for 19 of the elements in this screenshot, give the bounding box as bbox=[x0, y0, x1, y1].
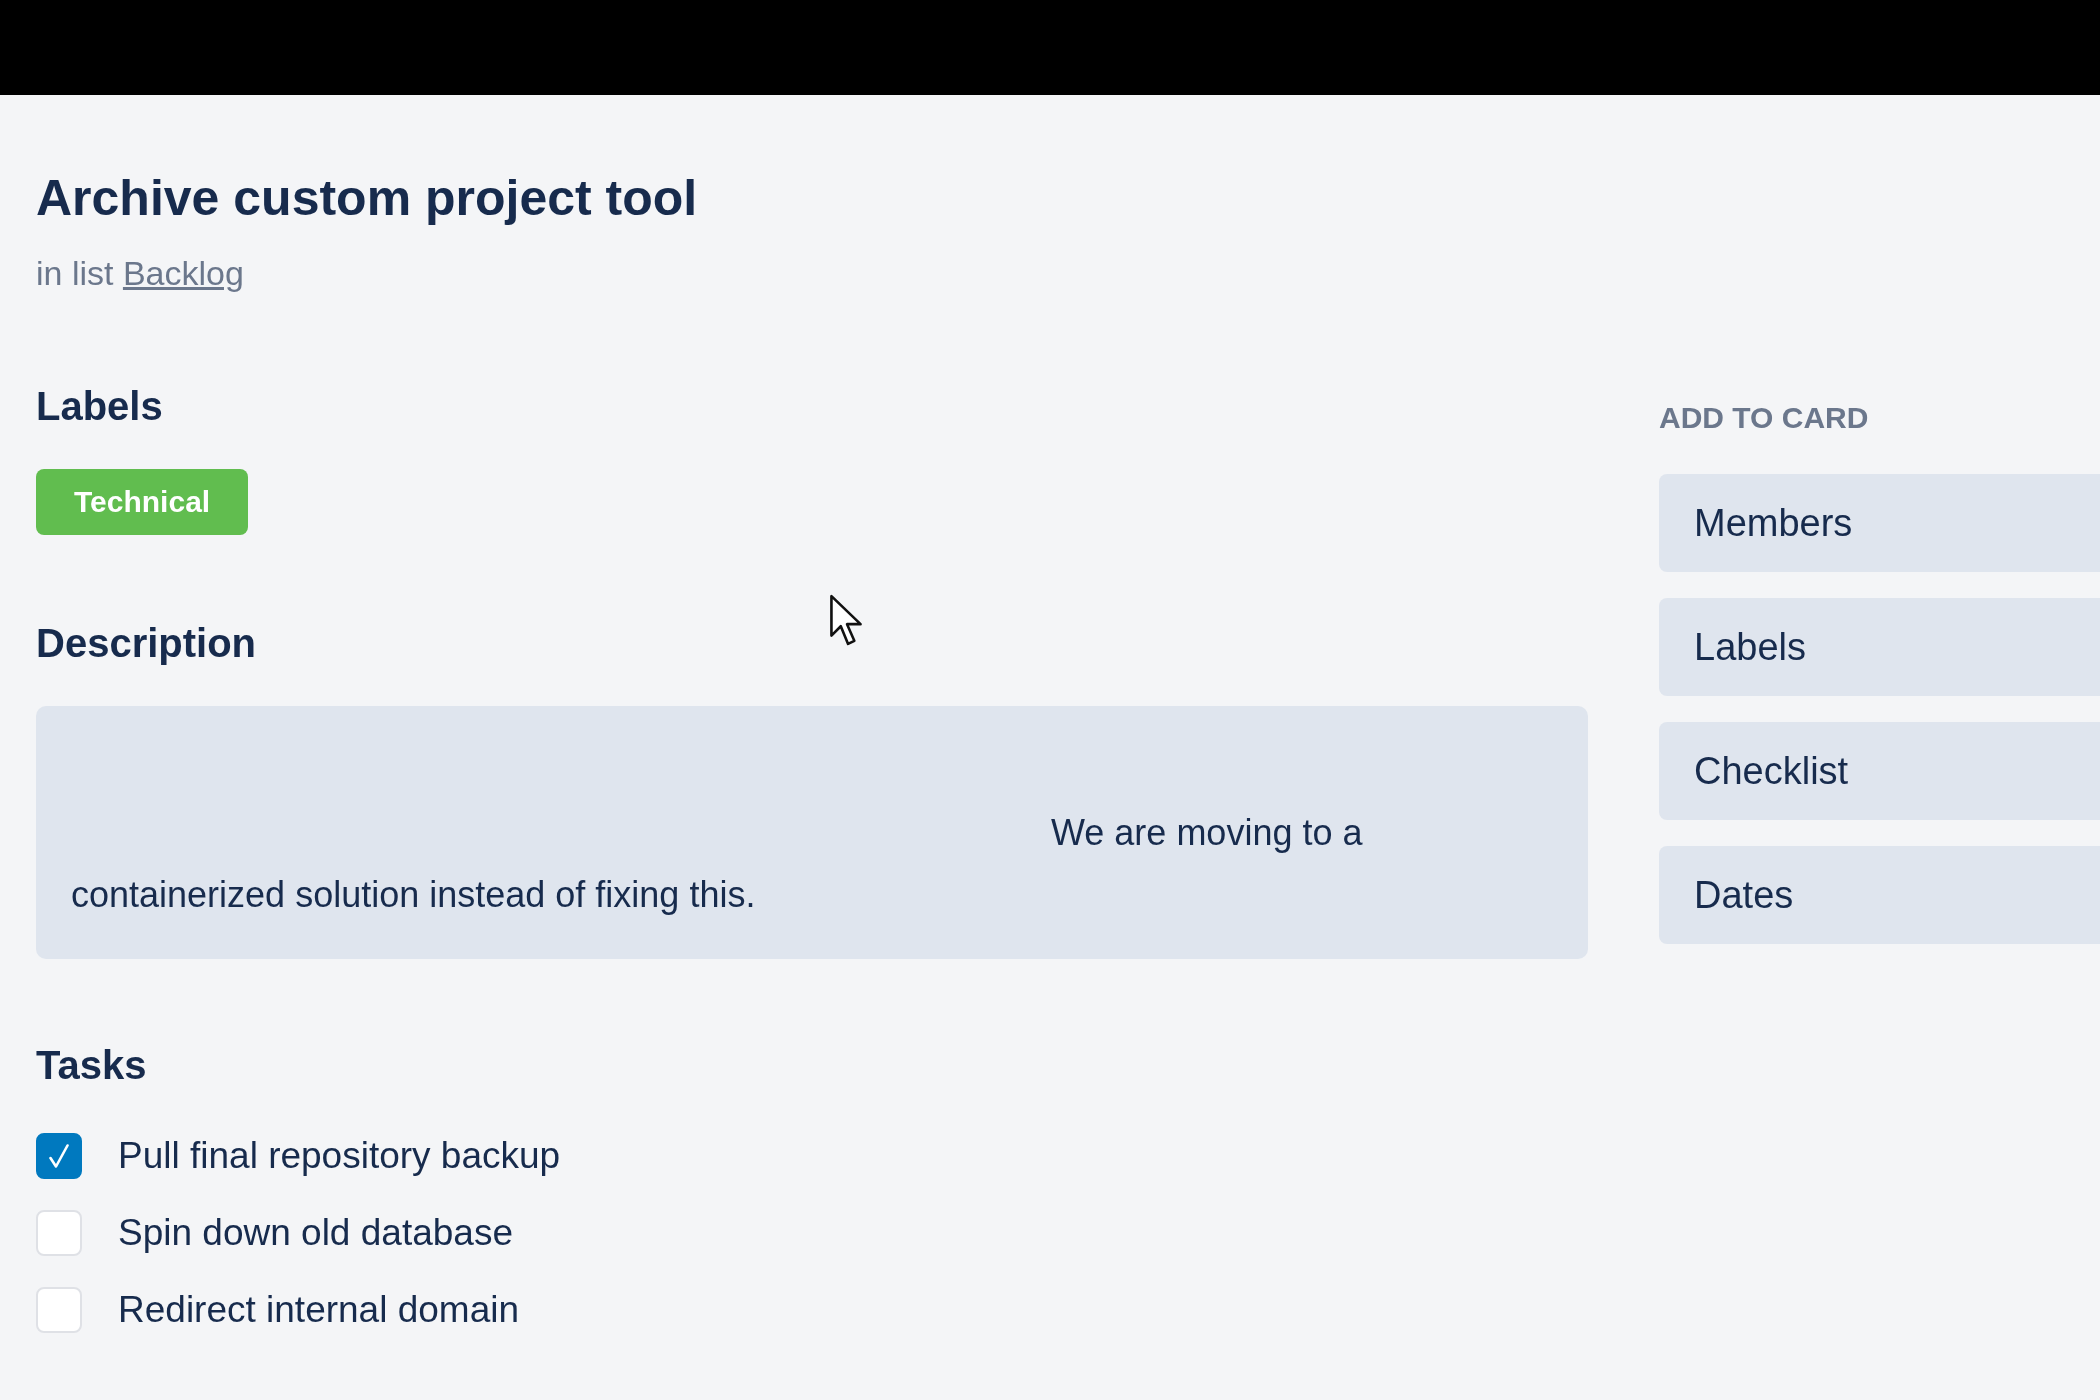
check-icon bbox=[49, 1144, 69, 1168]
task-label: Pull final repository backup bbox=[118, 1135, 561, 1177]
sidebar-button[interactable]: Checklist bbox=[1659, 722, 2100, 820]
sidebar-button[interactable]: Labels bbox=[1659, 598, 2100, 696]
list-location-text: in list Backlog bbox=[36, 253, 244, 293]
section-heading: Description bbox=[36, 620, 257, 667]
sidebar-button[interactable]: Dates bbox=[1659, 846, 2100, 944]
task-label: Spin down old database bbox=[118, 1212, 513, 1254]
list-link[interactable]: Backlog bbox=[122, 254, 244, 292]
task-label: Redirect internal domain bbox=[118, 1289, 520, 1331]
description-text: We are moving to a containerized solution instead of fixing this. bbox=[71, 811, 1364, 917]
sidebar-heading: ADD TO CARD bbox=[1659, 400, 1870, 436]
description-panel[interactable]: We are moving to a containerized solution instead of fixing this. bbox=[36, 706, 1588, 959]
card-title: Archive custom project tool bbox=[36, 169, 698, 228]
task-checkbox[interactable] bbox=[36, 1133, 82, 1179]
section-heading: Labels bbox=[36, 383, 163, 430]
section-heading: Tasks bbox=[36, 1042, 147, 1089]
cursor-icon bbox=[829, 594, 863, 646]
sidebar-button[interactable]: Members bbox=[1659, 474, 2100, 572]
